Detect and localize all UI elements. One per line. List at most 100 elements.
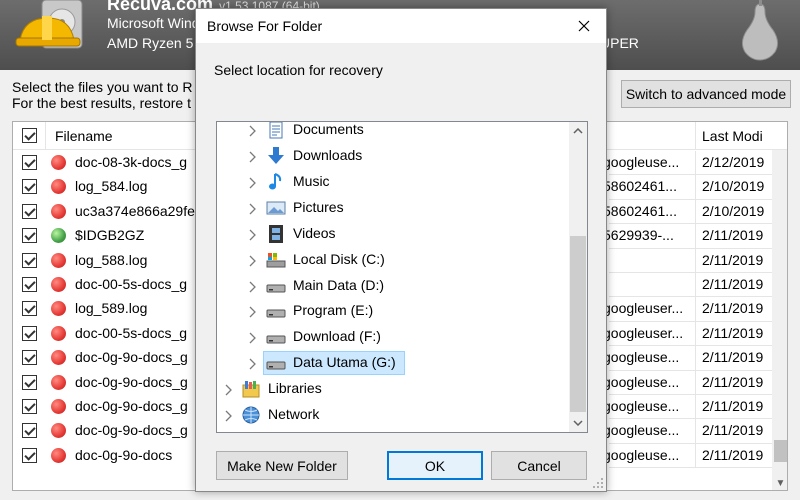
dialog-title: Browse For Folder [207,18,323,34]
file-path: googleuse... [603,154,680,170]
file-path: googleuse... [603,349,680,366]
scroll-down-arrow-icon[interactable] [569,414,587,432]
tree-item-label: Libraries [268,380,322,396]
row-checkbox[interactable] [22,350,37,366]
file-list-scrollbar[interactable]: ▼ [772,150,787,490]
file-name: log_588.log [75,251,148,268]
file-name: log_589.log [75,300,148,317]
drive-icon [266,353,286,373]
instruction-line-2: For the best results, restore t [12,95,191,111]
row-checkbox[interactable] [22,374,37,390]
expand-chevron-icon[interactable] [247,124,257,137]
system-drive-icon [266,250,286,270]
pictures-icon [266,198,286,218]
file-name: doc-0g-9o-docs_g [75,422,188,439]
select-all-checkbox[interactable] [22,128,37,143]
expand-chevron-icon[interactable] [223,383,233,396]
close-icon [578,20,590,32]
close-button[interactable] [562,9,606,43]
row-checkbox[interactable] [22,228,37,244]
file-path: googleuser... [603,300,684,317]
tree-item-pictures[interactable]: Pictures [217,195,569,221]
row-checkbox[interactable] [22,423,37,439]
tree-item-music[interactable]: Music [217,169,569,195]
drive-icon [266,327,286,347]
cancel-button[interactable]: Cancel [491,451,587,480]
expand-chevron-icon[interactable] [247,305,257,318]
file-name: doc-08-3k-docs_g [75,154,188,170]
tree-item-program-e[interactable]: Program (E:) [217,298,569,324]
column-filename[interactable]: Filename [55,128,113,144]
tree-item-label: Local Disk (C:) [293,251,385,267]
scroll-up-arrow-icon[interactable] [569,122,587,140]
file-last-modified: 2/11/2019 [702,227,764,244]
expand-chevron-icon[interactable] [247,176,257,189]
file-name: doc-0g-9o-docs_g [75,349,188,366]
expand-chevron-icon[interactable] [223,409,233,422]
file-last-modified: 2/11/2019 [702,324,764,341]
recovery-state-red-icon [51,252,66,268]
expand-chevron-icon[interactable] [247,280,257,293]
file-name: doc-00-5s-docs_g [75,324,188,341]
tree-item-libraries[interactable]: Libraries [217,376,569,402]
make-new-folder-button[interactable]: Make New Folder [216,451,348,480]
file-name: doc-0g-9o-docs [75,446,173,463]
recovery-state-red-icon [51,374,66,390]
tree-item-data-utama-g[interactable]: Data Utama (G:) [217,350,569,376]
row-checkbox[interactable] [22,399,37,414]
piriform-pear-icon [741,0,779,61]
recovery-state-red-icon [51,155,66,170]
row-checkbox[interactable] [22,325,37,341]
file-name: doc-00-5s-docs_g [75,276,188,292]
row-checkbox[interactable] [22,277,37,292]
expand-chevron-icon[interactable] [247,150,257,163]
file-last-modified: 2/11/2019 [702,446,764,463]
tree-item-label: Program (E:) [293,302,374,318]
switch-advanced-mode-button[interactable]: Switch to advanced mode [621,80,791,108]
recovery-state-red-icon [51,350,66,366]
tree-item-label: Main Data (D:) [293,277,385,293]
tree-scrollbar[interactable] [569,122,587,432]
tree-item-main-data-d[interactable]: Main Data (D:) [217,273,569,299]
expand-chevron-icon[interactable] [247,254,257,267]
file-path: 58602461... [603,202,677,219]
column-last-modified[interactable]: Last Modi [702,128,763,144]
tree-item-downloads[interactable]: Downloads [217,143,569,169]
tree-item-network[interactable]: Network [217,402,569,428]
row-checkbox[interactable] [22,179,37,195]
row-checkbox[interactable] [22,252,37,268]
file-last-modified: 2/10/2019 [702,202,765,219]
file-last-modified: 2/11/2019 [702,251,764,268]
file-name: log_584.log [75,178,148,195]
tree-item-label: Videos [293,225,336,241]
file-name: doc-0g-9o-docs_g [75,373,188,390]
tree-item-label: Music [293,173,330,189]
row-checkbox[interactable] [22,447,37,463]
file-last-modified: 2/10/2019 [702,178,765,195]
expand-chevron-icon[interactable] [247,331,257,344]
file-path: googleuse... [603,446,680,463]
file-last-modified: 2/11/2019 [702,398,764,414]
scroll-down-arrow-icon[interactable]: ▼ [772,475,787,490]
tree-item-download-f[interactable]: Download (F:) [217,324,569,350]
expand-chevron-icon[interactable] [247,228,257,241]
row-checkbox[interactable] [22,155,37,170]
dialog-prompt: Select location for recovery [214,62,383,78]
expand-chevron-icon[interactable] [247,357,257,370]
file-last-modified: 2/11/2019 [702,373,764,390]
tree-item-label: Download (F:) [293,328,381,344]
row-checkbox[interactable] [22,203,37,219]
row-checkbox[interactable] [22,301,37,317]
file-last-modified: 2/11/2019 [702,276,764,292]
tree-item-label: Network [268,406,320,422]
videos-icon [266,224,286,244]
tree-item-videos[interactable]: Videos [217,221,569,247]
file-last-modified: 2/11/2019 [702,422,764,439]
ok-button[interactable]: OK [387,451,483,480]
expand-chevron-icon[interactable] [247,202,257,215]
tree-item-documents[interactable]: Documents [217,122,569,143]
scrollbar-thumb[interactable] [774,440,787,462]
tree-scrollbar-thumb[interactable] [570,236,586,412]
resize-grip-icon[interactable] [592,477,604,489]
tree-item-local-disk-c[interactable]: Local Disk (C:) [217,247,569,273]
